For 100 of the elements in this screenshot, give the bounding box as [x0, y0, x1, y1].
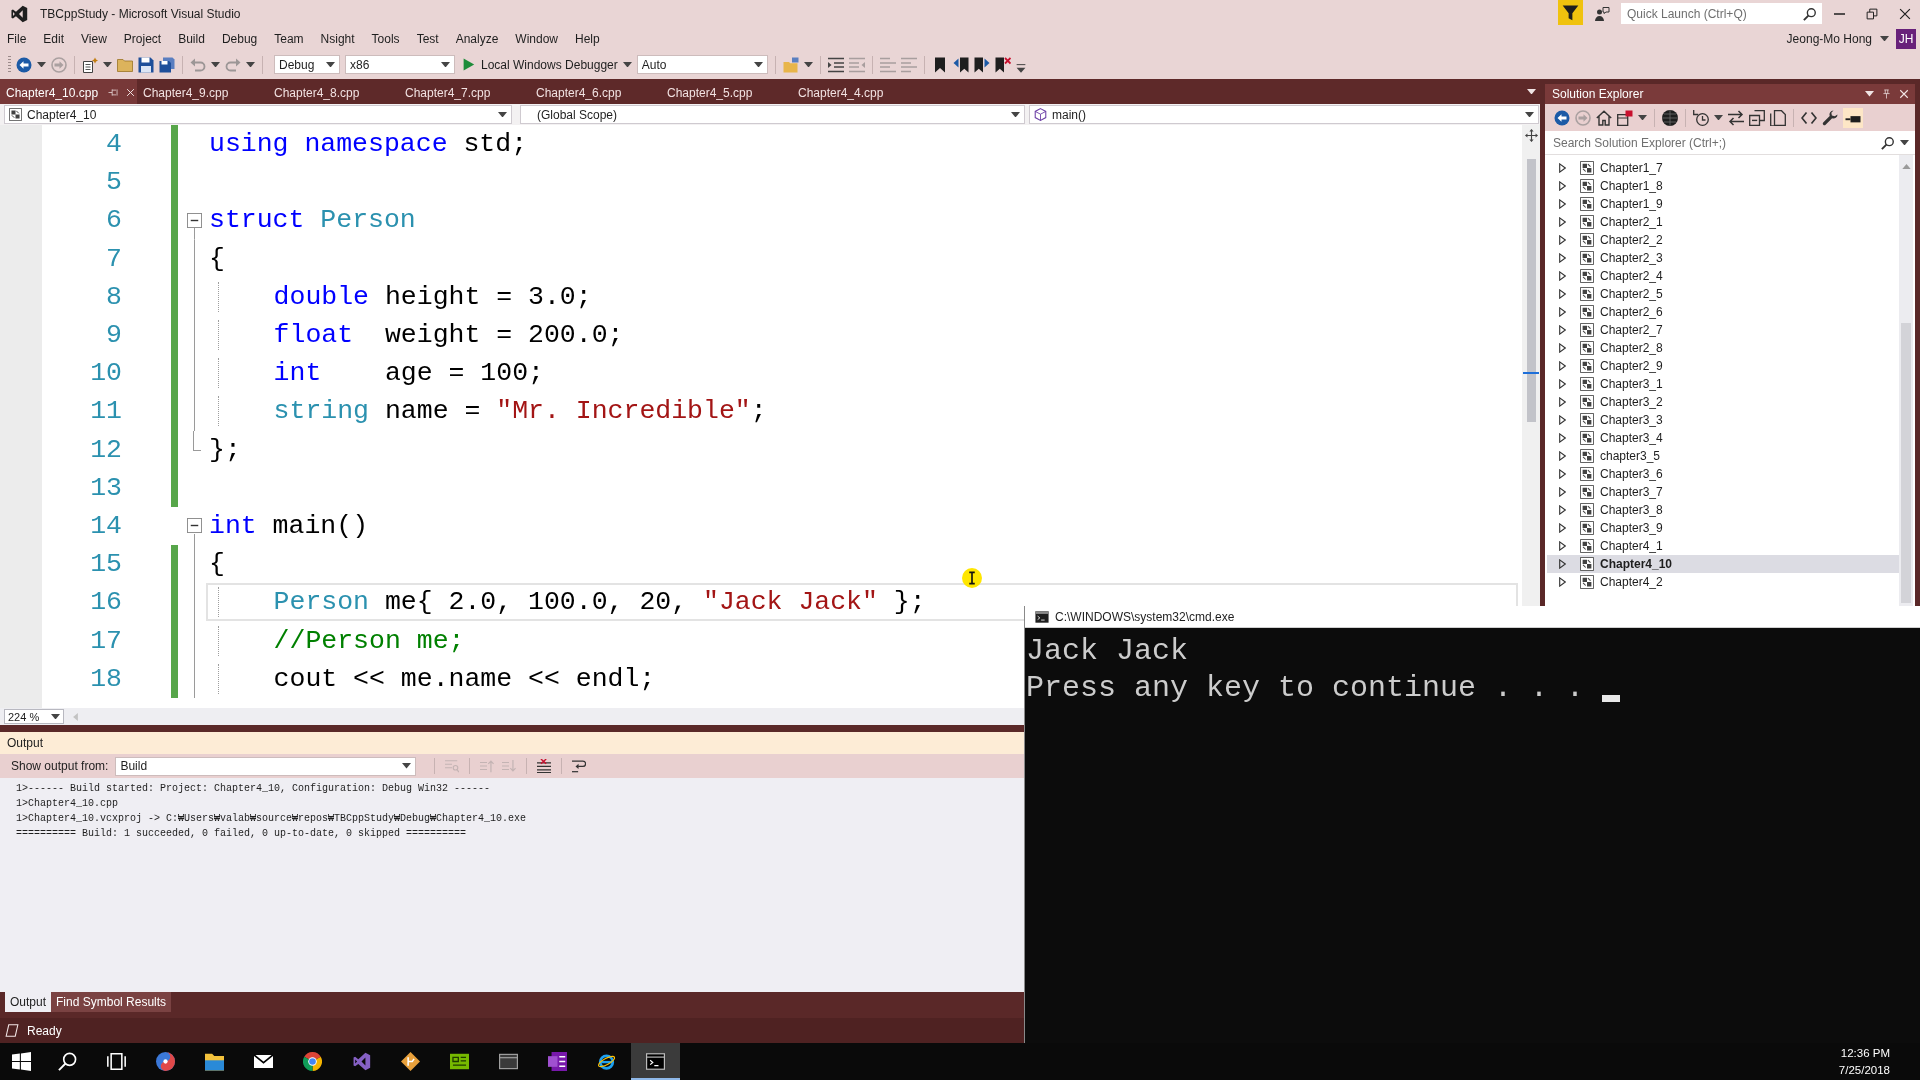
copy-icon[interactable] — [1770, 109, 1786, 126]
quick-launch-field[interactable]: Quick Launch (Ctrl+Q) — [1621, 3, 1822, 24]
tree-item[interactable]: Chapter1_8 — [1547, 177, 1899, 195]
bookmark-x-icon[interactable] — [994, 56, 1011, 73]
terminal-icon[interactable] — [646, 1052, 665, 1071]
caret-icon[interactable] — [1865, 91, 1874, 97]
caret-icon[interactable] — [51, 713, 60, 720]
taskbar-button[interactable] — [631, 1043, 680, 1080]
caret-icon[interactable] — [1638, 114, 1647, 121]
expand-arrow-icon[interactable] — [1559, 181, 1566, 191]
outdent-icon[interactable] — [827, 56, 844, 73]
word-wrap-icon[interactable] — [572, 759, 587, 773]
caret-icon[interactable] — [326, 61, 335, 68]
back-icon[interactable] — [1554, 109, 1570, 126]
expand-arrow-icon[interactable] — [1559, 325, 1566, 335]
start-debugging-button[interactable]: Local Windows Debugger — [460, 53, 620, 76]
expand-arrow-icon[interactable] — [1559, 235, 1566, 245]
search-icon[interactable] — [1881, 135, 1895, 150]
menu-item[interactable]: File — [0, 29, 35, 48]
overflow-icon[interactable] — [1015, 63, 1026, 74]
search-icon[interactable] — [1803, 6, 1817, 21]
window-app-icon[interactable] — [499, 1052, 518, 1071]
expand-arrow-icon[interactable] — [1559, 541, 1566, 551]
orbit-logo-icon[interactable] — [597, 1052, 616, 1071]
start-icon[interactable] — [12, 1052, 31, 1071]
feedback-icon[interactable] — [1594, 5, 1610, 22]
caret-icon[interactable] — [1714, 114, 1723, 121]
expand-arrow-icon[interactable] — [1559, 469, 1566, 479]
menu-item[interactable]: Project — [115, 29, 170, 48]
swap-arrows-icon[interactable] — [1728, 109, 1744, 126]
tree-item[interactable]: Chapter2_7 — [1547, 321, 1899, 339]
clock-date[interactable]: 7/25/2018 — [1838, 1061, 1890, 1079]
document-tab[interactable]: Chapter4_8.cpp — [268, 79, 399, 104]
tree-item[interactable]: Chapter4_2 — [1547, 573, 1899, 591]
wrench-icon[interactable] — [1822, 109, 1838, 126]
tree-item[interactable]: Chapter1_7 — [1547, 159, 1899, 177]
platform-dropdown[interactable]: x86 — [345, 55, 455, 74]
collapse-icon[interactable] — [186, 518, 202, 534]
document-tab[interactable]: Chapter4_6.cpp — [530, 79, 661, 104]
four-way-arrow-icon[interactable] — [1524, 129, 1538, 142]
zoom-dropdown[interactable]: 224 % — [4, 709, 64, 724]
tree-item[interactable]: Chapter2_2 — [1547, 231, 1899, 249]
caret-icon[interactable] — [498, 111, 507, 118]
expand-arrow-icon[interactable] — [1559, 379, 1566, 389]
quick-launch-input[interactable]: Quick Launch (Ctrl+Q) — [1627, 6, 1803, 21]
document-tab[interactable]: Chapter4_4.cpp — [792, 79, 923, 104]
user-avatar[interactable]: JH — [1896, 28, 1916, 49]
menu-item[interactable]: Debug — [213, 29, 266, 48]
expand-arrow-icon[interactable] — [1559, 271, 1566, 281]
globe-icon[interactable] — [1662, 109, 1678, 126]
tree-item[interactable]: Chapter1_9 — [1547, 195, 1899, 213]
expand-arrow-icon[interactable] — [1559, 163, 1566, 173]
search-field[interactable]: Search Solution Explorer (Ctrl+;) — [1553, 135, 1876, 150]
expand-arrow-icon[interactable] — [1559, 523, 1566, 533]
menu-item[interactable]: View — [72, 29, 116, 48]
expand-arrow-icon[interactable] — [1559, 451, 1566, 461]
caret-icon[interactable] — [1011, 111, 1020, 118]
history-icon[interactable] — [1693, 109, 1709, 126]
caret-icon[interactable] — [1880, 35, 1889, 42]
menu-item[interactable]: Tools — [363, 29, 409, 48]
expand-arrow-icon[interactable] — [1559, 505, 1566, 515]
member-dropdown[interactable]: main() — [1029, 105, 1539, 124]
folder-icon[interactable] — [205, 1052, 224, 1071]
scrollbar-thumb[interactable] — [1526, 159, 1536, 422]
mail-icon[interactable] — [254, 1052, 273, 1071]
document-tab[interactable]: Chapter4_9.cpp — [137, 79, 268, 104]
swirl-app-icon[interactable] — [156, 1052, 175, 1071]
caret-icon[interactable] — [753, 61, 763, 68]
tree-item[interactable]: Chapter3_7 — [1547, 483, 1899, 501]
caret-icon[interactable] — [37, 61, 46, 68]
document-tab[interactable]: Chapter4_5.cpp — [661, 79, 792, 104]
bookmark-right-arrow-icon[interactable] — [973, 56, 990, 73]
caret-icon[interactable] — [1525, 111, 1534, 118]
panel-tab[interactable]: Output — [5, 992, 52, 1012]
expand-arrow-icon[interactable] — [1559, 415, 1566, 425]
caret-icon[interactable] — [1900, 139, 1909, 146]
document-tab[interactable]: Chapter4_7.cpp — [399, 79, 530, 104]
menu-item[interactable]: Analyze — [447, 29, 507, 48]
expand-arrow-icon[interactable] — [1559, 397, 1566, 407]
tree-item[interactable]: chapter3_5 — [1547, 447, 1899, 465]
tree-item[interactable]: Chapter4_1 — [1547, 537, 1899, 555]
tree-item[interactable]: Chapter3_4 — [1547, 429, 1899, 447]
collapse-icon[interactable] — [186, 212, 202, 228]
scrollbar-thumb[interactable] — [1901, 323, 1911, 603]
menu-item[interactable]: Window — [506, 29, 567, 48]
ribbon-logo-icon[interactable] — [352, 1052, 371, 1071]
expand-arrow-icon[interactable] — [1559, 361, 1566, 371]
expand-arrow-icon[interactable] — [1559, 199, 1566, 209]
caret-icon[interactable] — [441, 61, 450, 68]
new-document-icon[interactable] — [82, 56, 98, 73]
expand-arrow-icon[interactable] — [1559, 289, 1566, 299]
tree-item[interactable]: Chapter2_8 — [1547, 339, 1899, 357]
mode-dropdown[interactable]: Auto — [636, 55, 768, 74]
tree-item[interactable]: Chapter4_10 — [1547, 555, 1899, 573]
menu-item[interactable]: Nsight — [312, 29, 364, 48]
tree-item[interactable]: Chapter2_6 — [1547, 303, 1899, 321]
tree-item[interactable]: Chapter2_9 — [1547, 357, 1899, 375]
caret-icon[interactable] — [1527, 88, 1536, 95]
caret-icon[interactable] — [103, 61, 112, 68]
minimize-icon[interactable] — [1834, 12, 1845, 15]
